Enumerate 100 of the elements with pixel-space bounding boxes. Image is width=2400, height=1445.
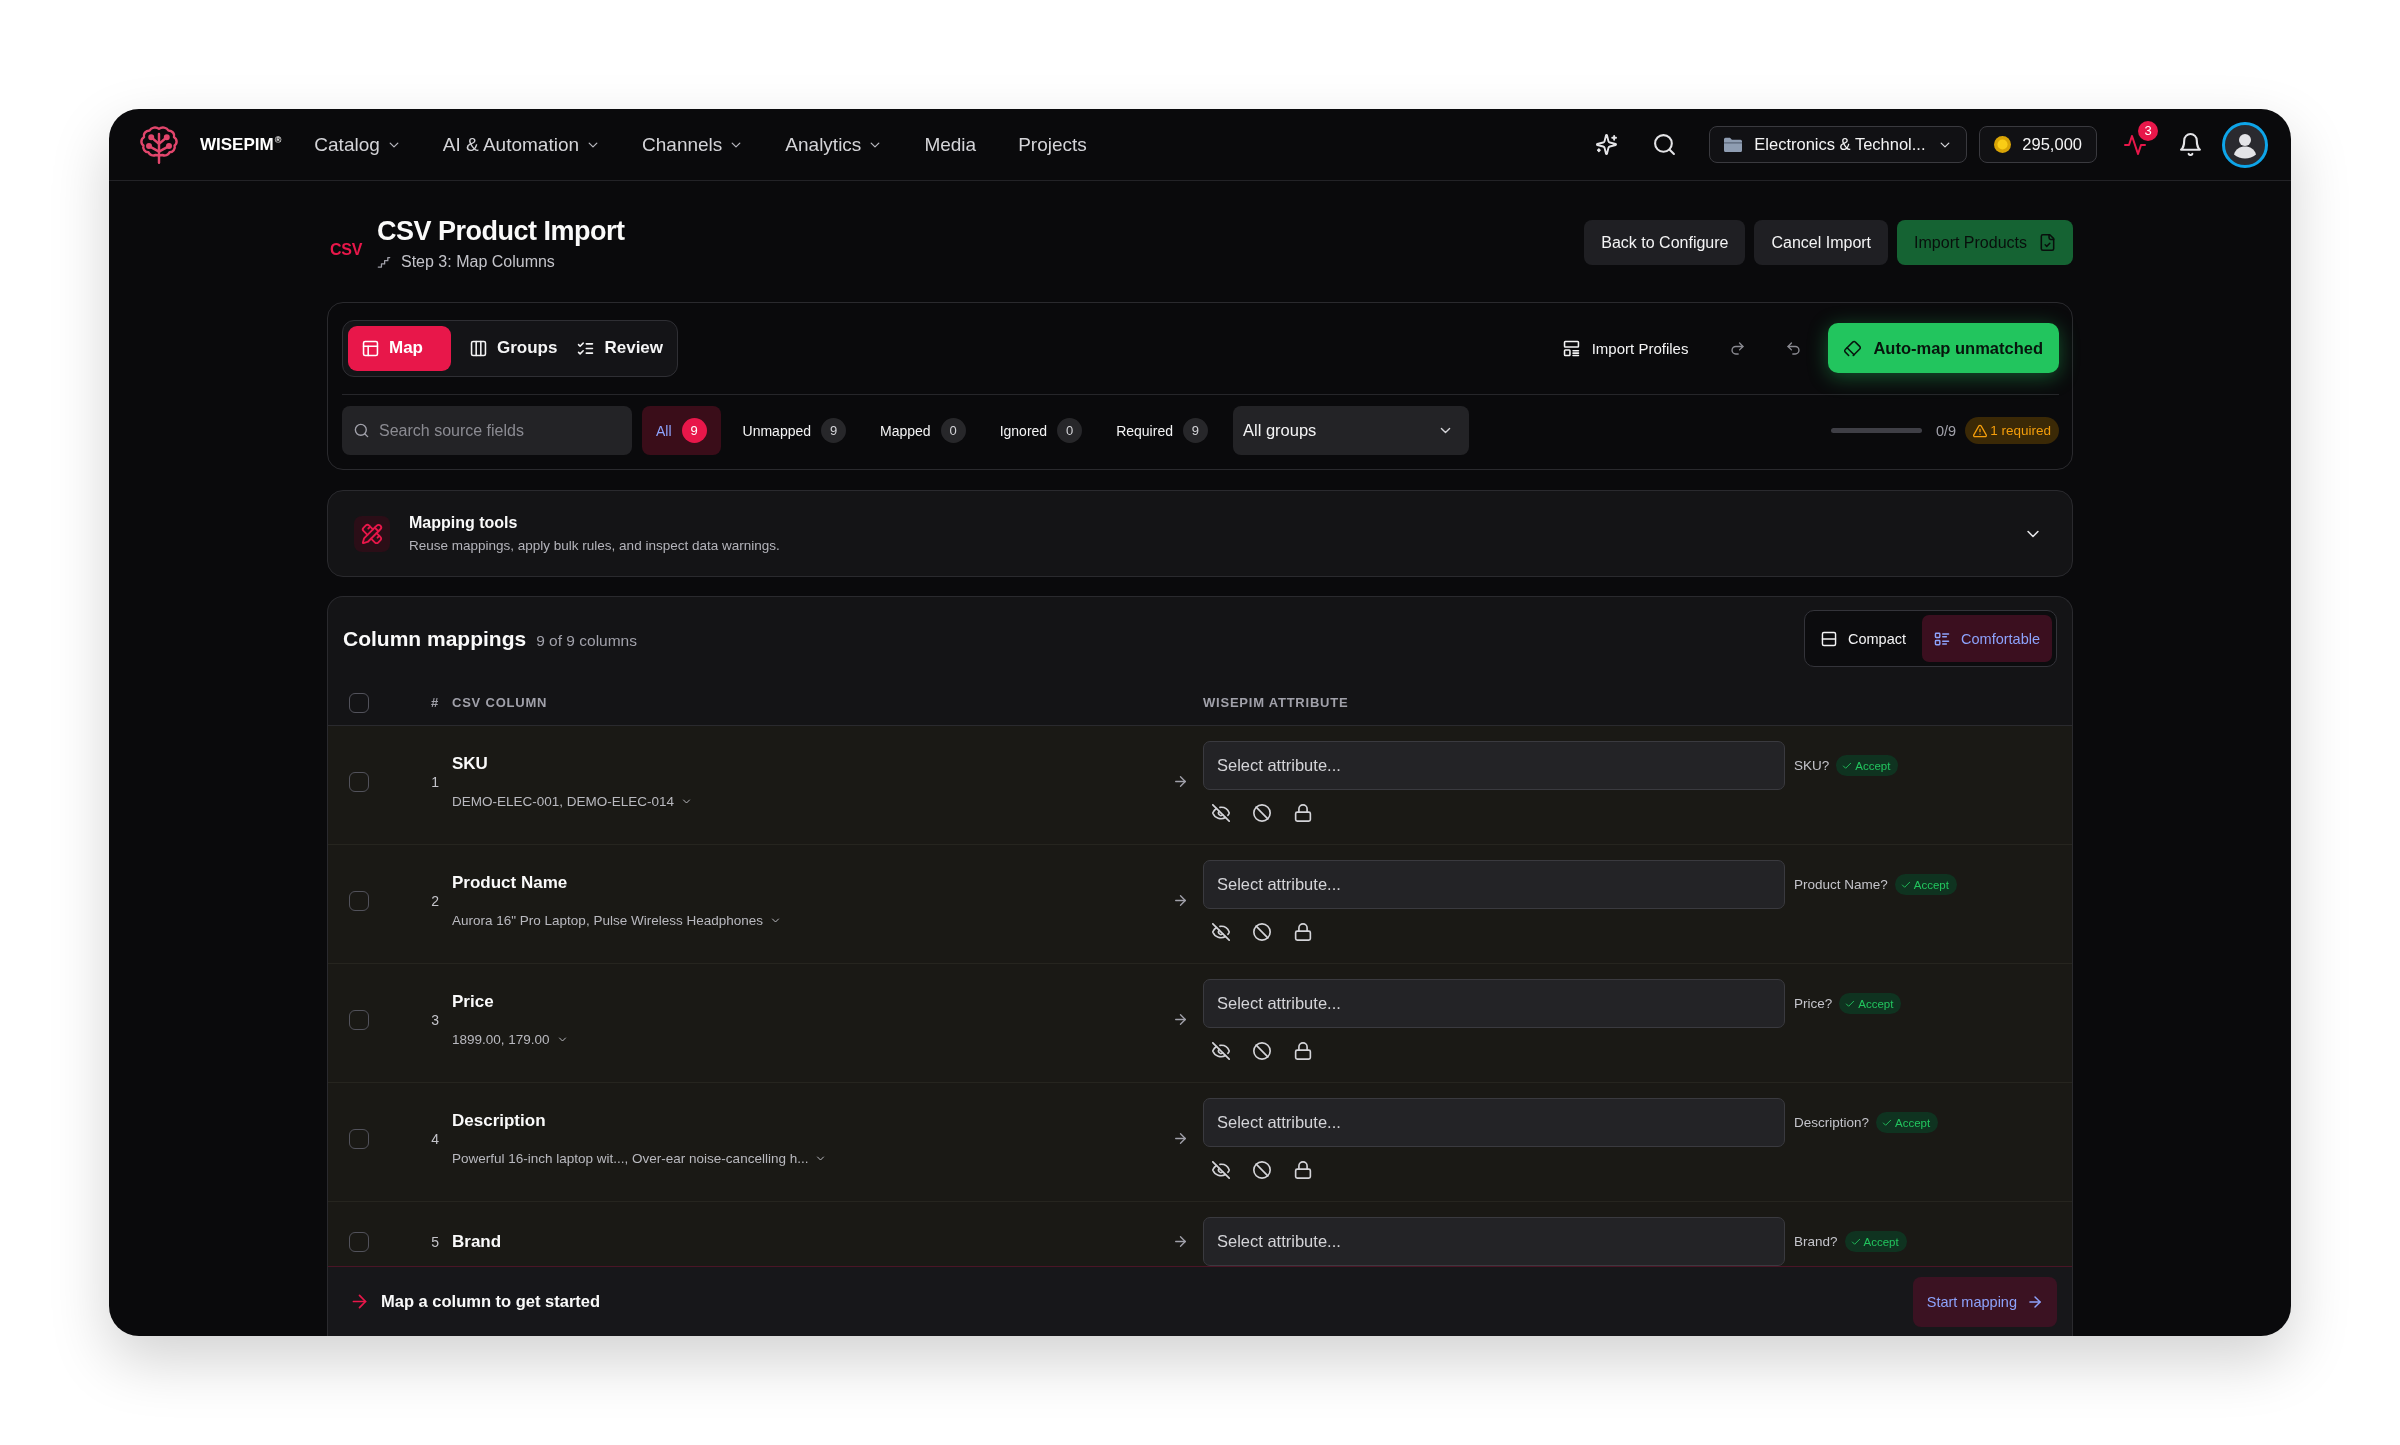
row-number: 4 (431, 1130, 439, 1147)
brain-circuit-icon[interactable] (139, 124, 179, 165)
source-column-name: Price (452, 992, 494, 1012)
check-icon (1842, 760, 1853, 771)
filter-chip[interactable]: Required 9 (1104, 406, 1220, 455)
row-checkbox[interactable] (349, 1231, 369, 1252)
bell-icon[interactable] (2179, 133, 2202, 156)
brand-name: WISEPIM$^{®}$ (200, 134, 282, 155)
count-badge: 9 (1182, 418, 1208, 443)
arrow-right-icon (1173, 1012, 1188, 1027)
select-all-checkbox[interactable] (349, 692, 369, 713)
filter-chip[interactable]: Unmapped 9 (730, 406, 859, 455)
search-icon (354, 423, 369, 438)
folder-icon (1724, 137, 1743, 152)
ban-icon[interactable] (1253, 923, 1271, 941)
cancel-import-button[interactable]: Cancel Import (1754, 220, 1889, 265)
nav-menu-item[interactable]: AI & Automation (442, 133, 601, 156)
column-header: # (431, 695, 439, 710)
pencil-ruler-icon (354, 515, 390, 552)
sample-values-toggle[interactable]: DEMO-ELEC-001, DEMO-ELEC-014 (452, 794, 693, 809)
column-count: 9 of 9 columns (536, 631, 637, 650)
redo-icon[interactable] (1730, 340, 1746, 356)
ban-icon[interactable] (1253, 1042, 1271, 1060)
lock-icon[interactable] (1294, 1161, 1312, 1179)
eye-off-icon[interactable] (1212, 1161, 1230, 1179)
ban-icon[interactable] (1253, 1161, 1271, 1179)
file-format-label: CSV (330, 240, 362, 259)
attribute-select[interactable]: Select attribute... (1203, 1217, 1785, 1266)
required-warning-text: 1 required (1990, 423, 2051, 438)
density-option[interactable]: Comfortable (1922, 615, 2052, 662)
row-checkbox[interactable] (349, 771, 369, 792)
nav-menu-item[interactable]: Analytics (785, 133, 883, 156)
progress-reading: 0/9 (1936, 422, 1957, 439)
check-icon (1845, 998, 1856, 1009)
eye-off-icon[interactable] (1212, 804, 1230, 822)
group-filter-dropdown[interactable]: All groups (1232, 406, 1469, 455)
back-to-configure-button[interactable]: Back to Configure (1584, 220, 1746, 265)
arrow-right-icon (350, 1292, 369, 1311)
eye-off-icon[interactable] (1212, 923, 1230, 941)
arrow-right-icon (1173, 1234, 1188, 1249)
avatar-icon[interactable] (2222, 121, 2268, 168)
warning-icon (1973, 423, 1988, 438)
suggested-attribute: Product Name? (1794, 877, 1888, 892)
search-field[interactable]: Search source fields (342, 406, 632, 455)
lock-icon[interactable] (1294, 923, 1312, 941)
attribute-select[interactable]: Select attribute... (1203, 1098, 1785, 1147)
undo-icon[interactable] (1786, 340, 1802, 356)
accept-button[interactable]: Accept (1876, 1112, 1939, 1133)
row-checkbox[interactable] (349, 1128, 369, 1149)
attribute-select[interactable]: Select attribute... (1203, 741, 1785, 790)
nav-menu-item[interactable]: Projects (1018, 133, 1087, 156)
ban-icon[interactable] (1253, 804, 1271, 822)
row-checkbox[interactable] (349, 1009, 369, 1030)
filter-chip[interactable]: Ignored 0 (987, 406, 1095, 455)
suggested-attribute: Description? (1794, 1115, 1870, 1130)
accept-button[interactable]: Accept (1894, 874, 1957, 895)
count-badge: 9 (821, 418, 847, 443)
nav-menu-item[interactable]: Media (924, 133, 977, 156)
import-profiles-button[interactable]: Import Profiles (1562, 339, 1689, 357)
lock-icon[interactable] (1294, 804, 1312, 822)
accept-button[interactable]: Accept (1839, 993, 1902, 1014)
suggested-attribute: Price? (1794, 996, 1833, 1011)
pulse-icon[interactable] (2124, 133, 2146, 156)
page-title: CSV Product Import (377, 214, 625, 247)
credits-amount: 295,000 (2022, 135, 2082, 154)
footer-message: Map a column to get started (381, 1292, 601, 1311)
view-tab[interactable]: Groups (461, 325, 567, 371)
auto-map-button[interactable]: Auto-map unmatched (1828, 323, 2059, 373)
view-tab[interactable]: Map (348, 325, 451, 371)
eye-off-icon[interactable] (1212, 1042, 1230, 1060)
workspace-selector[interactable]: Electronics & Technol... (1709, 126, 1968, 163)
attribute-select[interactable]: Select attribute... (1203, 979, 1785, 1028)
panel-description: Reuse mappings, apply bulk rules, and inspect data warnings. (409, 538, 780, 553)
accept-button[interactable]: Accept (1836, 755, 1899, 776)
lock-icon[interactable] (1294, 1042, 1312, 1060)
nav-menu-item[interactable]: Channels (642, 133, 744, 156)
filter-chip[interactable]: Mapped 0 (868, 406, 978, 455)
check-icon (1882, 1117, 1893, 1128)
filter-chip[interactable]: All 9 (642, 406, 721, 455)
layout-icon (362, 339, 379, 357)
search-icon[interactable] (1653, 133, 1677, 156)
sparkles-icon[interactable] (1596, 134, 1618, 155)
eraser-icon (1844, 339, 1862, 357)
row-checkbox[interactable] (349, 890, 369, 911)
notification-count: 3 (2138, 120, 2158, 141)
source-column-name: Description (452, 1111, 546, 1131)
sample-values-toggle[interactable]: Aurora 16" Pro Laptop, Pulse Wireless Headphones (452, 913, 781, 928)
panel-icon (1821, 630, 1837, 647)
coin-icon (1994, 136, 2012, 153)
accept-button[interactable]: Accept (1844, 1231, 1907, 1252)
source-column-name: SKU (452, 754, 488, 774)
attribute-select[interactable]: Select attribute... (1203, 860, 1785, 909)
view-tab[interactable]: Review (568, 325, 673, 371)
nav-menu-item[interactable]: Catalog (314, 133, 401, 156)
arrow-right-icon (1173, 1131, 1188, 1146)
sample-values-toggle[interactable]: 1899.00, 179.00 (452, 1032, 568, 1047)
start-mapping-button[interactable]: Start mapping (1912, 1276, 2057, 1327)
sample-values-toggle[interactable]: Powerful 16-inch laptop wit..., Over-ear noise-cancelling h... (452, 1151, 827, 1166)
density-option[interactable]: Compact (1809, 615, 1918, 662)
template-icon (1562, 339, 1580, 357)
